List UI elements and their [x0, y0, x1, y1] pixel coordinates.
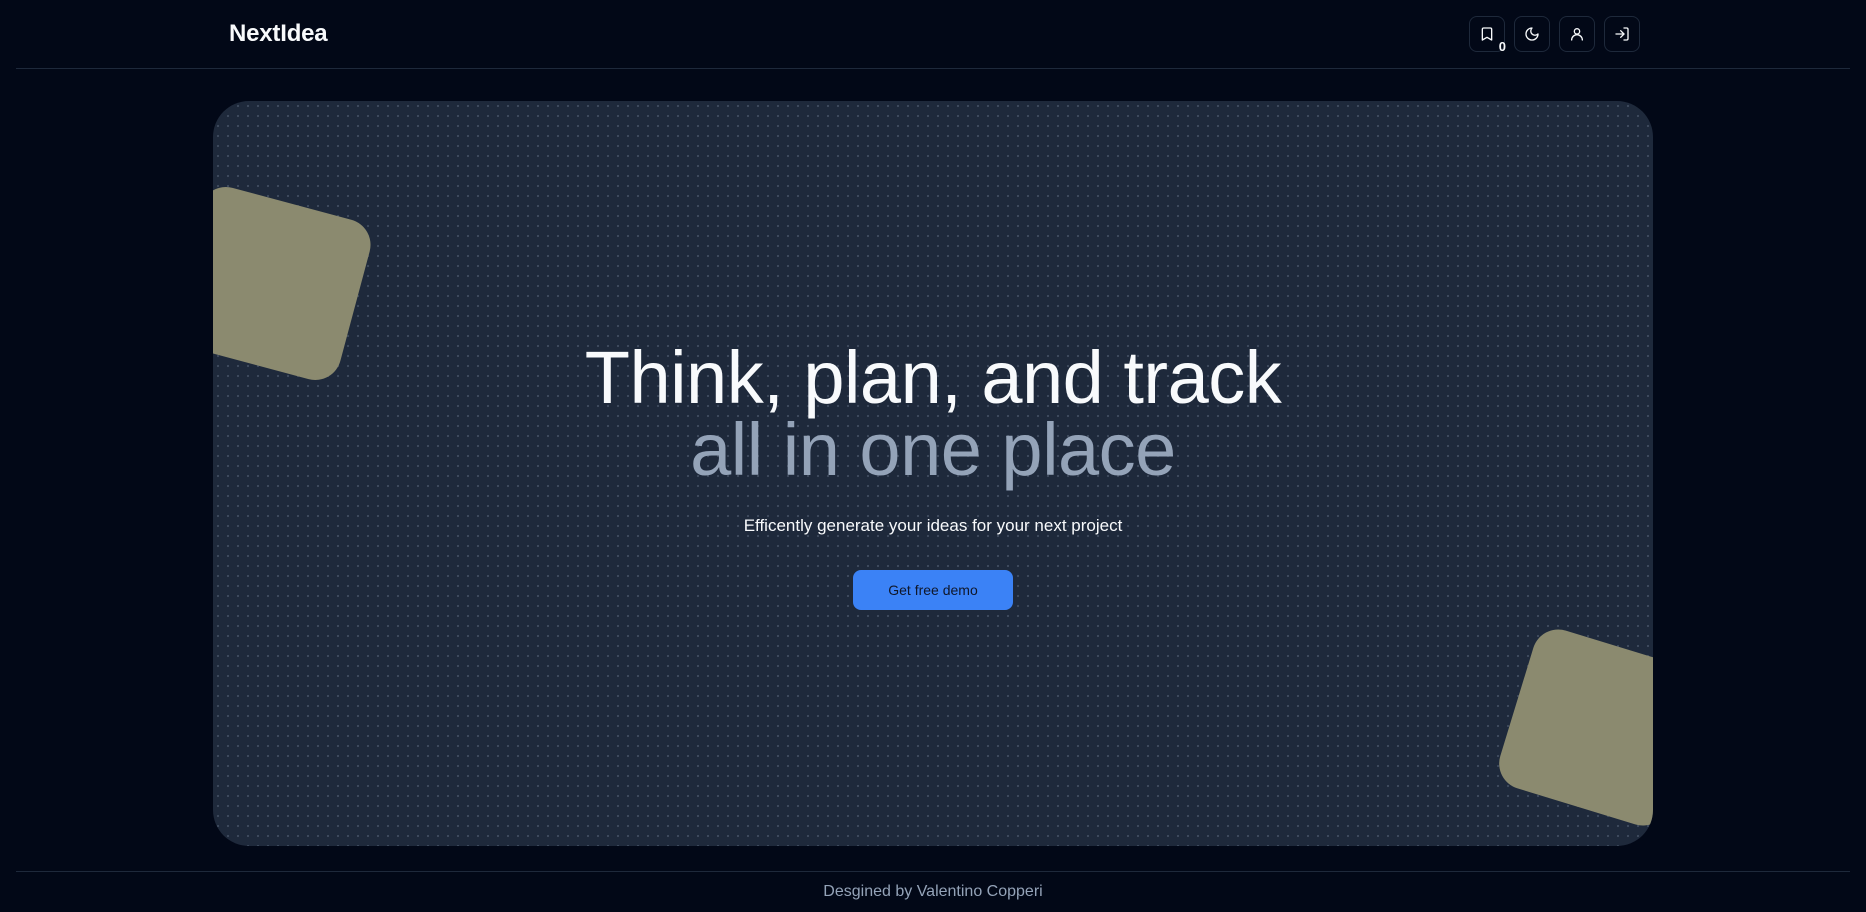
- bookmark-icon: [1481, 27, 1493, 41]
- moon-icon: [1525, 27, 1539, 41]
- hero-headline: Think, plan, and track: [584, 336, 1282, 419]
- bookmarks-button[interactable]: 0: [1469, 16, 1506, 54]
- get-free-demo-button[interactable]: Get free demo: [853, 570, 1013, 610]
- header-nav: 0: [1469, 16, 1640, 54]
- hero-card: Think, plan, and track all in one place …: [213, 101, 1653, 846]
- bookmark-count-badge: 0: [1498, 39, 1506, 54]
- theme-toggle-button[interactable]: [1514, 16, 1550, 52]
- hero-headline-secondary: all in one place: [690, 408, 1176, 491]
- user-icon: [1571, 28, 1583, 41]
- hero-subtitle: Efficently generate your ideas for your …: [743, 516, 1123, 535]
- footer-credit: Desgined by Valentino Copperi: [823, 883, 1043, 900]
- site-footer: Desgined by Valentino Copperi: [16, 871, 1850, 912]
- profile-button[interactable]: [1559, 16, 1595, 52]
- brand-logo[interactable]: NextIdea: [229, 20, 328, 48]
- decorative-shape-right: [1492, 623, 1653, 832]
- login-icon: [1615, 27, 1629, 41]
- login-button[interactable]: [1604, 16, 1640, 52]
- site-header: NextIdea 0: [16, 0, 1850, 69]
